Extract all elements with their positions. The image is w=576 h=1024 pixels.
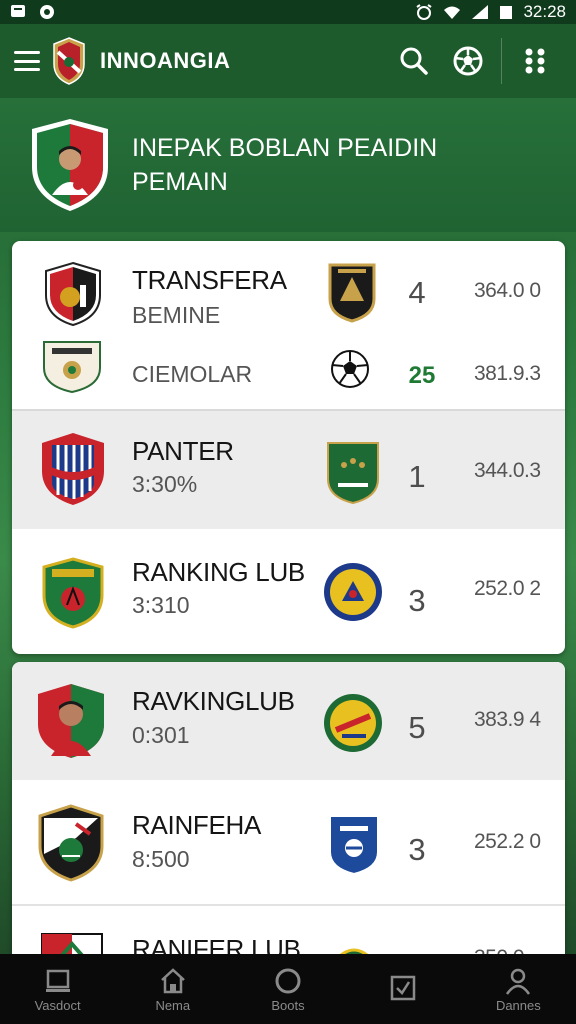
score-value: 383.9 4 xyxy=(474,708,541,731)
more-button[interactable] xyxy=(508,34,562,88)
score-value: 252.0 2 xyxy=(474,577,541,600)
nav-item-nema[interactable]: Nema xyxy=(123,966,223,1013)
bottom-nav: Vasdoct Nema Boots Dannes xyxy=(0,954,576,1024)
team-sub: 3:310 xyxy=(132,592,190,618)
opponent-crest-icon xyxy=(328,263,376,323)
battery-icon xyxy=(500,6,513,19)
banner-title-line2: PEMAIN xyxy=(132,168,228,196)
list-item[interactable]: RAINFEHA 8:500 3 252.2 0 xyxy=(12,780,565,904)
score-value: 252.2 0 xyxy=(474,830,541,853)
rank-number: 3 xyxy=(408,832,426,867)
status-time: 32:28 xyxy=(523,2,566,21)
team-sub: 0:301 xyxy=(132,722,190,748)
rank-number: 1 xyxy=(408,459,426,494)
team-sub: CIEMOLAR xyxy=(132,361,253,387)
rank-number: 5 xyxy=(408,710,426,745)
ranking-card: RAVKINGLUB 0:301 5 383.9 4 RAINFEHA 8:50… xyxy=(12,662,565,962)
app-bar: INNOANGIA xyxy=(0,24,576,98)
list-item[interactable]: TRANSFERA BEMINE 4 364.0 0 CIEMOLAR 25 3… xyxy=(12,241,565,411)
opponent-crest-icon xyxy=(324,563,382,621)
team-name: RANKING LUB xyxy=(132,557,305,587)
nav-label: Nema xyxy=(155,997,191,1013)
ball-button[interactable] xyxy=(441,34,495,88)
rank-number: 3 xyxy=(408,583,426,618)
chat-icon xyxy=(40,5,54,19)
alarm-icon xyxy=(416,4,433,20)
list-item[interactable]: PANTER 3:30% 1 344.0.3 xyxy=(12,411,565,529)
ball-icon xyxy=(453,46,483,76)
team-name: TRANSFERA xyxy=(132,265,287,295)
club-crest-icon xyxy=(43,341,101,394)
score-value: 364.0 0 xyxy=(474,279,541,302)
notification-icon xyxy=(11,5,25,17)
club-crest-icon xyxy=(42,433,104,505)
score-value: 344.0.3 xyxy=(474,459,541,482)
team-name: RAINFEHA xyxy=(132,810,262,840)
signal-icon xyxy=(472,5,489,19)
opponent-crest-icon xyxy=(324,694,382,752)
opponent-crest-icon xyxy=(329,815,379,876)
nav-item-dannes[interactable]: Dannes xyxy=(468,966,568,1013)
nav-item-vasdoct[interactable]: Vasdoct xyxy=(8,966,108,1013)
ranking-card: TRANSFERA BEMINE 4 364.0 0 CIEMOLAR 25 3… xyxy=(12,241,565,654)
grid-dots-icon xyxy=(525,48,545,74)
club-crest-icon xyxy=(42,557,104,629)
header-banner: INEPAK BOBLAN PEAIDIN PEMAIN xyxy=(0,98,576,232)
soccer-ball-icon xyxy=(331,350,369,388)
rank-number: 25 xyxy=(408,362,436,389)
search-icon xyxy=(400,47,428,75)
list-item[interactable]: RANKING LUB 3:310 3 252.0 2 xyxy=(12,529,565,654)
club-crest-icon xyxy=(38,804,104,882)
check-square-icon xyxy=(390,975,416,1001)
team-sub: 8:500 xyxy=(132,846,190,872)
team-sub: 3:30% xyxy=(132,471,198,497)
action-divider xyxy=(501,38,502,84)
nav-label: Vasdoct xyxy=(34,997,81,1013)
rank-number: 4 xyxy=(408,275,426,310)
list-item[interactable]: RAVKINGLUB 0:301 5 383.9 4 xyxy=(12,662,565,780)
wifi-icon xyxy=(444,6,461,19)
nav-label: Dannes xyxy=(495,997,541,1013)
app-title: INNOANGIA xyxy=(100,48,231,73)
menu-icon[interactable] xyxy=(14,51,40,71)
team-name: RAVKINGLUB xyxy=(132,686,295,716)
nav-label: Boots xyxy=(271,997,305,1013)
nav-item-boots[interactable]: Boots xyxy=(238,966,338,1013)
search-button[interactable] xyxy=(387,34,441,88)
person-icon xyxy=(506,968,531,995)
club-crest-icon xyxy=(45,261,101,327)
home-icon xyxy=(160,967,185,993)
box-icon xyxy=(45,969,70,992)
team-sub: BEMINE xyxy=(132,302,221,328)
score-value: 381.9.3 xyxy=(474,362,541,385)
nav-item-check[interactable] xyxy=(353,973,453,1005)
banner-title-line1: INEPAK BOBLAN PEAIDIN xyxy=(132,134,438,162)
banner-title: INEPAK BOBLAN PEAIDIN PEMAIN xyxy=(132,131,437,199)
status-bar: 32:28 xyxy=(0,0,576,24)
club-logo-icon xyxy=(53,37,85,85)
circle-icon xyxy=(275,968,301,993)
player-avatar-icon xyxy=(38,684,104,758)
opponent-crest-icon xyxy=(327,442,379,505)
team-name: PANTER xyxy=(132,436,234,466)
player-shield-icon xyxy=(32,119,108,211)
